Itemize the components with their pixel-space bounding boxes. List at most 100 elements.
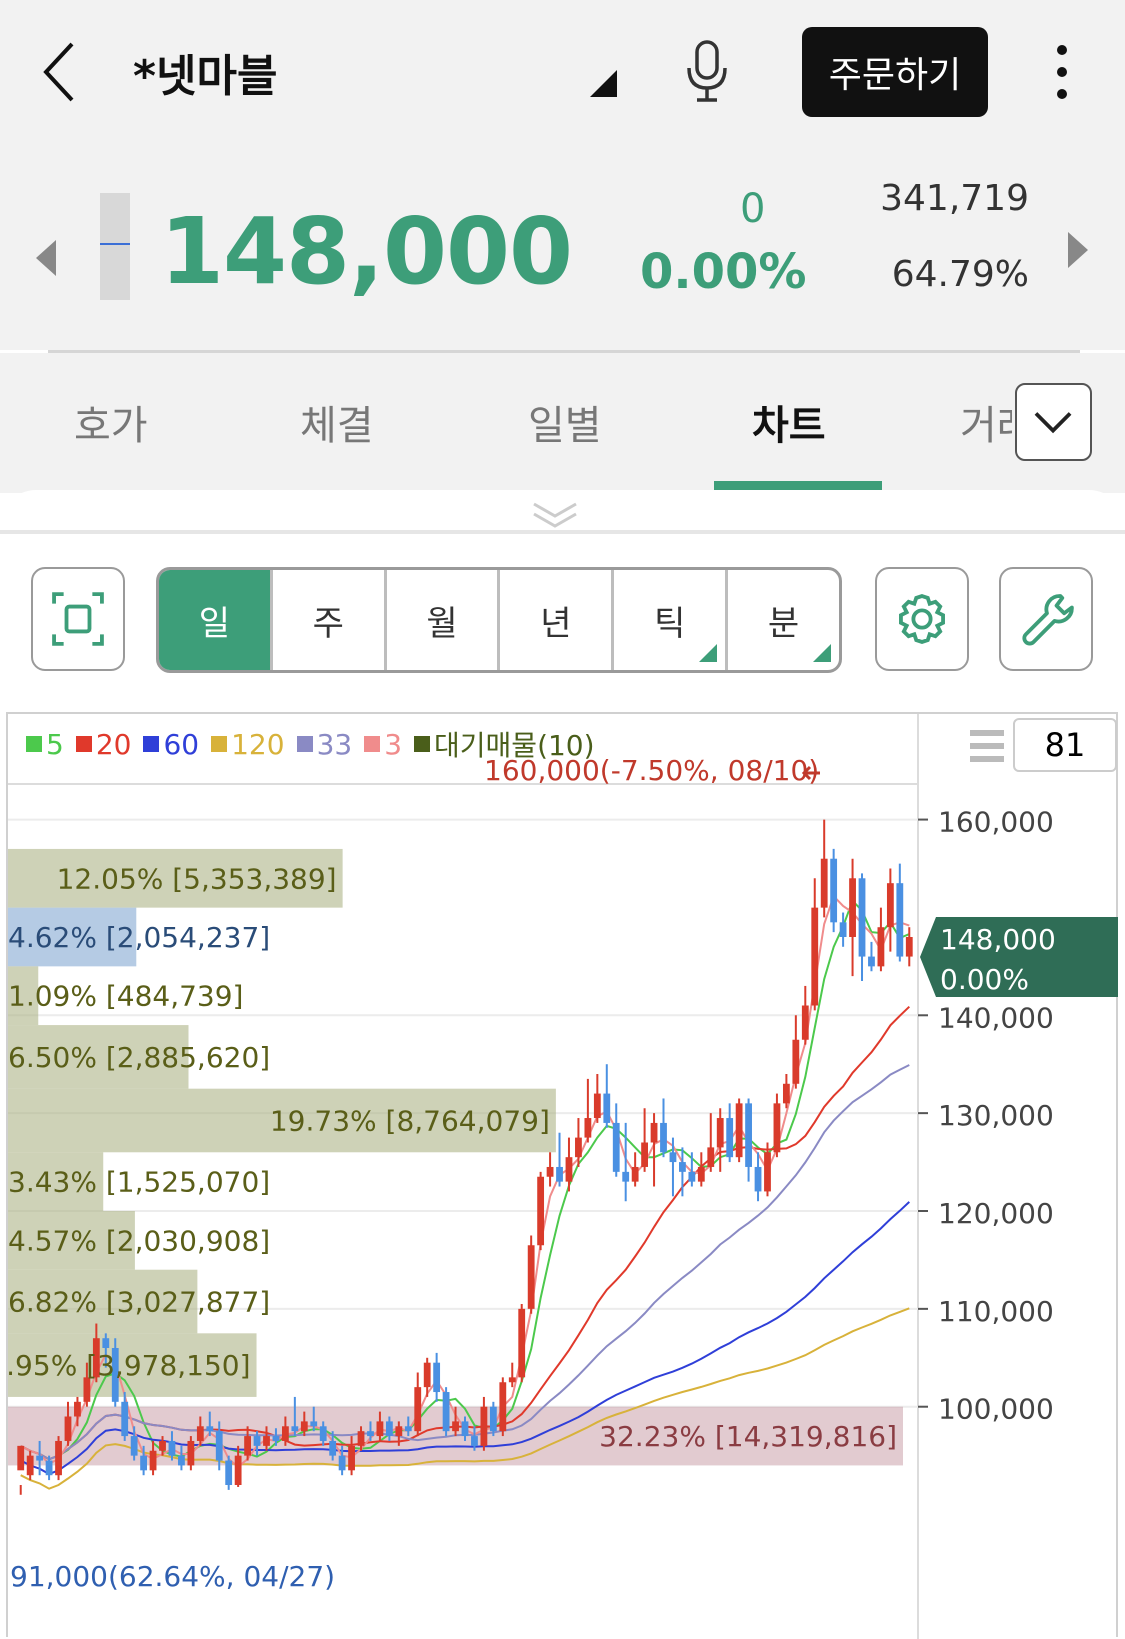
volume-profile-label: 4.57% [2,030,908]	[8, 1224, 270, 1257]
volume-profile-label: 6.50% [2,885,620]	[8, 1041, 270, 1074]
candle-body	[234, 1455, 242, 1485]
candle-body	[782, 1083, 790, 1104]
price-change: 0	[740, 186, 766, 232]
chart-canvas[interactable]: 160,000 140,000 130,000 120,000 110,000 100,0…	[8, 714, 1118, 1639]
candle-body	[329, 1440, 337, 1456]
fullscreen-button[interactable]	[31, 567, 125, 671]
fullscreen-icon	[52, 592, 104, 646]
turnover-percent: 64.79%	[891, 254, 1029, 295]
back-arrow-icon[interactable]	[40, 40, 80, 104]
candle-body	[868, 956, 875, 967]
candle-body	[414, 1387, 422, 1432]
period-month[interactable]: 월	[387, 570, 501, 670]
candle-body	[546, 1166, 554, 1177]
legend-item[interactable]: 33	[296, 724, 352, 764]
prev-stock-icon[interactable]	[36, 240, 56, 276]
candle-body	[206, 1426, 214, 1432]
candle-body	[17, 1445, 25, 1471]
indicator-menu-icon[interactable]	[970, 728, 1004, 764]
legend-item[interactable]: 3	[364, 724, 402, 764]
legend-swatch	[296, 736, 313, 752]
candle-body	[423, 1362, 431, 1388]
candle-body	[272, 1436, 280, 1441]
legend-item[interactable]: 120	[211, 724, 285, 764]
tab-trading[interactable]: 거래	[960, 393, 1012, 451]
candle-body	[319, 1426, 327, 1441]
order-button[interactable]: 주문하기	[802, 27, 988, 117]
candle-body	[801, 1005, 809, 1040]
candle-body	[679, 1162, 686, 1172]
legend-swatch	[26, 736, 42, 752]
period-day[interactable]: 일	[159, 570, 273, 670]
candle-body	[489, 1406, 497, 1432]
candle-body	[773, 1103, 781, 1153]
zoom-count-box[interactable]: 81	[1013, 718, 1117, 772]
submenu-corner-icon	[812, 644, 831, 662]
candle-body	[357, 1431, 365, 1446]
mini-chart	[100, 193, 130, 300]
candle-body	[669, 1152, 677, 1163]
candle-body	[820, 858, 828, 908]
period-week-label: 주	[312, 603, 344, 644]
candle-body	[877, 927, 885, 967]
more-options-icon[interactable]	[1050, 42, 1074, 102]
candle-body	[215, 1431, 223, 1461]
candle-body	[338, 1455, 346, 1471]
next-stock-icon[interactable]	[1068, 232, 1088, 268]
tab-menu-button[interactable]	[1015, 383, 1092, 461]
candle-body	[253, 1436, 261, 1446]
legend-swatch	[143, 736, 160, 752]
volume-profile-label: 3.43% [1,525,070]	[8, 1166, 270, 1199]
legend-item[interactable]: 5	[26, 724, 64, 764]
header-bar: *넷마블 주문하기	[0, 0, 1125, 150]
current-price-label: 148,000	[940, 923, 1056, 956]
legend-item[interactable]: 20	[75, 724, 131, 764]
tab-daily[interactable]: 일별	[528, 393, 602, 451]
legend-item[interactable]: 대기매물(10)	[414, 724, 595, 764]
microphone-icon[interactable]	[683, 40, 731, 104]
candle-body	[697, 1166, 705, 1182]
collapse-handle-icon[interactable]	[532, 500, 578, 530]
chart-settings-button[interactable]	[875, 567, 969, 671]
candle-body	[291, 1426, 299, 1432]
period-day-label: 일	[198, 603, 231, 644]
candle-body	[310, 1421, 318, 1427]
tab-bar: 호가 체결 일별 차트 거래	[0, 353, 1125, 493]
volume: 341,719	[880, 178, 1029, 219]
low-price-annotation: 91,000(62.64%, 04/27)	[10, 1560, 335, 1593]
sheet-divider	[0, 530, 1125, 534]
candle-body	[442, 1392, 450, 1432]
period-week[interactable]: 주	[273, 570, 387, 670]
candle-body	[603, 1093, 611, 1123]
period-year[interactable]: 년	[500, 570, 615, 670]
candle-body	[263, 1436, 270, 1446]
volume-profile-label: 19.73% [8,764,079]	[270, 1104, 550, 1137]
candle-body	[26, 1455, 34, 1476]
y-tick-label: 100,000	[938, 1393, 1054, 1426]
chart-tools-button[interactable]	[999, 567, 1093, 671]
period-tick[interactable]: 틱	[614, 570, 729, 670]
candle-body	[281, 1426, 289, 1441]
candle-body	[518, 1308, 526, 1378]
tab-order-book[interactable]: 호가	[74, 393, 148, 451]
legend-item[interactable]: 60	[143, 724, 199, 764]
candle-body	[839, 922, 847, 937]
candle-body	[896, 883, 904, 957]
y-tick-label: 110,000	[938, 1295, 1054, 1328]
candle-body	[565, 1157, 573, 1182]
dropdown-triangle-icon[interactable]	[590, 70, 617, 97]
tab-chart[interactable]: 차트	[752, 393, 826, 451]
candle-body	[556, 1166, 563, 1182]
candlestick-chart[interactable]: 160,000 140,000 130,000 120,000 110,000 100,0…	[6, 712, 1118, 1639]
candle-body	[130, 1436, 138, 1456]
volume-profile-label: 32.23% [14,319,816]	[599, 1420, 897, 1453]
candle-body	[660, 1122, 667, 1153]
tab-trades[interactable]: 체결	[300, 393, 374, 451]
stock-name[interactable]: *넷마블	[133, 40, 277, 104]
legend-swatch	[364, 736, 381, 752]
candle-body	[480, 1406, 488, 1446]
legend-label: 5	[46, 727, 64, 761]
candle-body	[584, 1118, 592, 1138]
period-minute[interactable]: 분	[728, 570, 839, 670]
active-tab-indicator	[714, 481, 882, 490]
